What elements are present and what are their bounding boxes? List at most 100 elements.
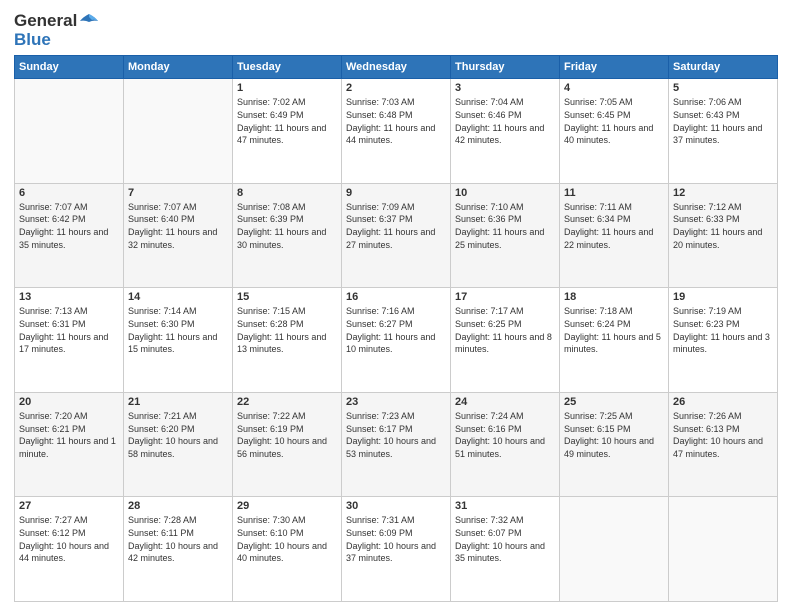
calendar-cell: 13 Sunrise: 7:13 AM Sunset: 6:31 PM Dayli…	[15, 288, 124, 393]
calendar-cell: 15 Sunrise: 7:15 AM Sunset: 6:28 PM Dayli…	[233, 288, 342, 393]
calendar-cell: 21Sunrise: 7:21 AM Sunset: 6:20 PM Dayli…	[124, 392, 233, 497]
calendar-cell: 12Sunrise: 7:12 AM Sunset: 6:33 PM Dayli…	[669, 183, 778, 288]
day-number: 2	[346, 82, 446, 94]
calendar-cell: 24 Sunrise: 7:24 AM Sunset: 6:16 PM Dayli…	[451, 392, 560, 497]
calendar-cell: 2 Sunrise: 7:03 AM Sunset: 6:48 PM Daylig…	[342, 79, 451, 184]
day-header-tuesday: Tuesday	[233, 56, 342, 79]
calendar-cell	[15, 79, 124, 184]
day-header-friday: Friday	[560, 56, 669, 79]
calendar-cell: 23 Sunrise: 7:23 AM Sunset: 6:17 PM Dayli…	[342, 392, 451, 497]
day-number: 16	[346, 291, 446, 303]
day-number: 27	[19, 500, 119, 512]
calendar-week-2: 13 Sunrise: 7:13 AM Sunset: 6:31 PM Dayli…	[15, 288, 778, 393]
calendar-week-1: 6Sunrise: 7:07 AM Sunset: 6:42 PM Daylig…	[15, 183, 778, 288]
day-header-thursday: Thursday	[451, 56, 560, 79]
calendar-cell: 6Sunrise: 7:07 AM Sunset: 6:42 PM Daylig…	[15, 183, 124, 288]
day-info: Sunrise: 7:27 AM Sunset: 6:12 PM Dayligh…	[19, 514, 119, 564]
day-number: 5	[673, 82, 773, 94]
day-number: 10	[455, 187, 555, 199]
day-info: Sunrise: 7:13 AM Sunset: 6:31 PM Dayligh…	[19, 305, 119, 355]
day-info: Sunrise: 7:25 AM Sunset: 6:15 PM Dayligh…	[564, 410, 664, 460]
calendar-cell: 19 Sunrise: 7:19 AM Sunset: 6:23 PM Dayli…	[669, 288, 778, 393]
calendar-cell: 28 Sunrise: 7:28 AM Sunset: 6:11 PM Dayli…	[124, 497, 233, 602]
day-number: 1	[237, 82, 337, 94]
calendar-cell: 29Sunrise: 7:30 AM Sunset: 6:10 PM Dayli…	[233, 497, 342, 602]
day-number: 13	[19, 291, 119, 303]
day-number: 18	[564, 291, 664, 303]
calendar-cell: 7 Sunrise: 7:07 AM Sunset: 6:40 PM Daylig…	[124, 183, 233, 288]
logo-blue-label: Blue	[14, 31, 99, 50]
day-info: Sunrise: 7:19 AM Sunset: 6:23 PM Dayligh…	[673, 305, 773, 355]
day-info: Sunrise: 7:32 AM Sunset: 6:07 PM Dayligh…	[455, 514, 555, 564]
logo-general-label: General	[14, 12, 77, 31]
calendar-week-3: 20 Sunrise: 7:20 AM Sunset: 6:21 PM Dayli…	[15, 392, 778, 497]
day-info: Sunrise: 7:17 AM Sunset: 6:25 PM Dayligh…	[455, 305, 555, 355]
calendar-cell: 27 Sunrise: 7:27 AM Sunset: 6:12 PM Dayli…	[15, 497, 124, 602]
day-info: Sunrise: 7:21 AM Sunset: 6:20 PM Dayligh…	[128, 410, 228, 460]
day-number: 23	[346, 396, 446, 408]
day-info: Sunrise: 7:07 AM Sunset: 6:40 PM Dayligh…	[128, 201, 228, 251]
day-number: 8	[237, 187, 337, 199]
calendar-week-4: 27 Sunrise: 7:27 AM Sunset: 6:12 PM Dayli…	[15, 497, 778, 602]
day-header-monday: Monday	[124, 56, 233, 79]
day-number: 26	[673, 396, 773, 408]
day-info: Sunrise: 7:12 AM Sunset: 6:33 PM Dayligh…	[673, 201, 773, 251]
day-info: Sunrise: 7:31 AM Sunset: 6:09 PM Dayligh…	[346, 514, 446, 564]
day-info: Sunrise: 7:04 AM Sunset: 6:46 PM Dayligh…	[455, 96, 555, 146]
day-number: 28	[128, 500, 228, 512]
day-number: 6	[19, 187, 119, 199]
day-info: Sunrise: 7:09 AM Sunset: 6:37 PM Dayligh…	[346, 201, 446, 251]
calendar-cell: 30 Sunrise: 7:31 AM Sunset: 6:09 PM Dayli…	[342, 497, 451, 602]
day-number: 25	[564, 396, 664, 408]
calendar-cell: 3 Sunrise: 7:04 AM Sunset: 6:46 PM Daylig…	[451, 79, 560, 184]
calendar-cell: 9 Sunrise: 7:09 AM Sunset: 6:37 PM Daylig…	[342, 183, 451, 288]
day-number: 9	[346, 187, 446, 199]
day-number: 17	[455, 291, 555, 303]
calendar-cell: 16Sunrise: 7:16 AM Sunset: 6:27 PM Dayli…	[342, 288, 451, 393]
day-header-sunday: Sunday	[15, 56, 124, 79]
calendar-cell: 14 Sunrise: 7:14 AM Sunset: 6:30 PM Dayli…	[124, 288, 233, 393]
day-info: Sunrise: 7:10 AM Sunset: 6:36 PM Dayligh…	[455, 201, 555, 251]
calendar-cell: 8 Sunrise: 7:08 AM Sunset: 6:39 PM Daylig…	[233, 183, 342, 288]
day-number: 24	[455, 396, 555, 408]
day-info: Sunrise: 7:08 AM Sunset: 6:39 PM Dayligh…	[237, 201, 337, 251]
day-number: 3	[455, 82, 555, 94]
day-info: Sunrise: 7:26 AM Sunset: 6:13 PM Dayligh…	[673, 410, 773, 460]
calendar-cell: 22 Sunrise: 7:22 AM Sunset: 6:19 PM Dayli…	[233, 392, 342, 497]
day-number: 22	[237, 396, 337, 408]
calendar-table: SundayMondayTuesdayWednesdayThursdayFrid…	[14, 55, 778, 602]
calendar-cell	[669, 497, 778, 602]
day-info: Sunrise: 7:23 AM Sunset: 6:17 PM Dayligh…	[346, 410, 446, 460]
calendar-cell: 5 Sunrise: 7:06 AM Sunset: 6:43 PM Daylig…	[669, 79, 778, 184]
day-info: Sunrise: 7:24 AM Sunset: 6:16 PM Dayligh…	[455, 410, 555, 460]
day-info: Sunrise: 7:28 AM Sunset: 6:11 PM Dayligh…	[128, 514, 228, 564]
day-number: 14	[128, 291, 228, 303]
day-number: 11	[564, 187, 664, 199]
day-number: 4	[564, 82, 664, 94]
calendar-cell: 17 Sunrise: 7:17 AM Sunset: 6:25 PM Dayli…	[451, 288, 560, 393]
calendar-cell: 1Sunrise: 7:02 AM Sunset: 6:49 PM Daylig…	[233, 79, 342, 184]
day-info: Sunrise: 7:03 AM Sunset: 6:48 PM Dayligh…	[346, 96, 446, 146]
day-info: Sunrise: 7:15 AM Sunset: 6:28 PM Dayligh…	[237, 305, 337, 355]
calendar-week-0: 1Sunrise: 7:02 AM Sunset: 6:49 PM Daylig…	[15, 79, 778, 184]
day-number: 30	[346, 500, 446, 512]
day-number: 7	[128, 187, 228, 199]
calendar-cell	[560, 497, 669, 602]
calendar-cell: 25 Sunrise: 7:25 AM Sunset: 6:15 PM Dayli…	[560, 392, 669, 497]
day-number: 31	[455, 500, 555, 512]
day-info: Sunrise: 7:14 AM Sunset: 6:30 PM Dayligh…	[128, 305, 228, 355]
calendar-cell: 10 Sunrise: 7:10 AM Sunset: 6:36 PM Dayli…	[451, 183, 560, 288]
day-number: 20	[19, 396, 119, 408]
calendar-cell	[124, 79, 233, 184]
day-header-wednesday: Wednesday	[342, 56, 451, 79]
logo-combined: General	[14, 12, 99, 31]
day-number: 15	[237, 291, 337, 303]
page: General Blue SundayMondayTuesdayWednesda…	[0, 0, 792, 612]
calendar-cell: 11Sunrise: 7:11 AM Sunset: 6:34 PM Dayli…	[560, 183, 669, 288]
calendar-cell: 26 Sunrise: 7:26 AM Sunset: 6:13 PM Dayli…	[669, 392, 778, 497]
day-number: 19	[673, 291, 773, 303]
day-info: Sunrise: 7:20 AM Sunset: 6:21 PM Dayligh…	[19, 410, 119, 460]
day-info: Sunrise: 7:06 AM Sunset: 6:43 PM Dayligh…	[673, 96, 773, 146]
logo-bird-icon	[79, 13, 99, 29]
day-info: Sunrise: 7:22 AM Sunset: 6:19 PM Dayligh…	[237, 410, 337, 460]
